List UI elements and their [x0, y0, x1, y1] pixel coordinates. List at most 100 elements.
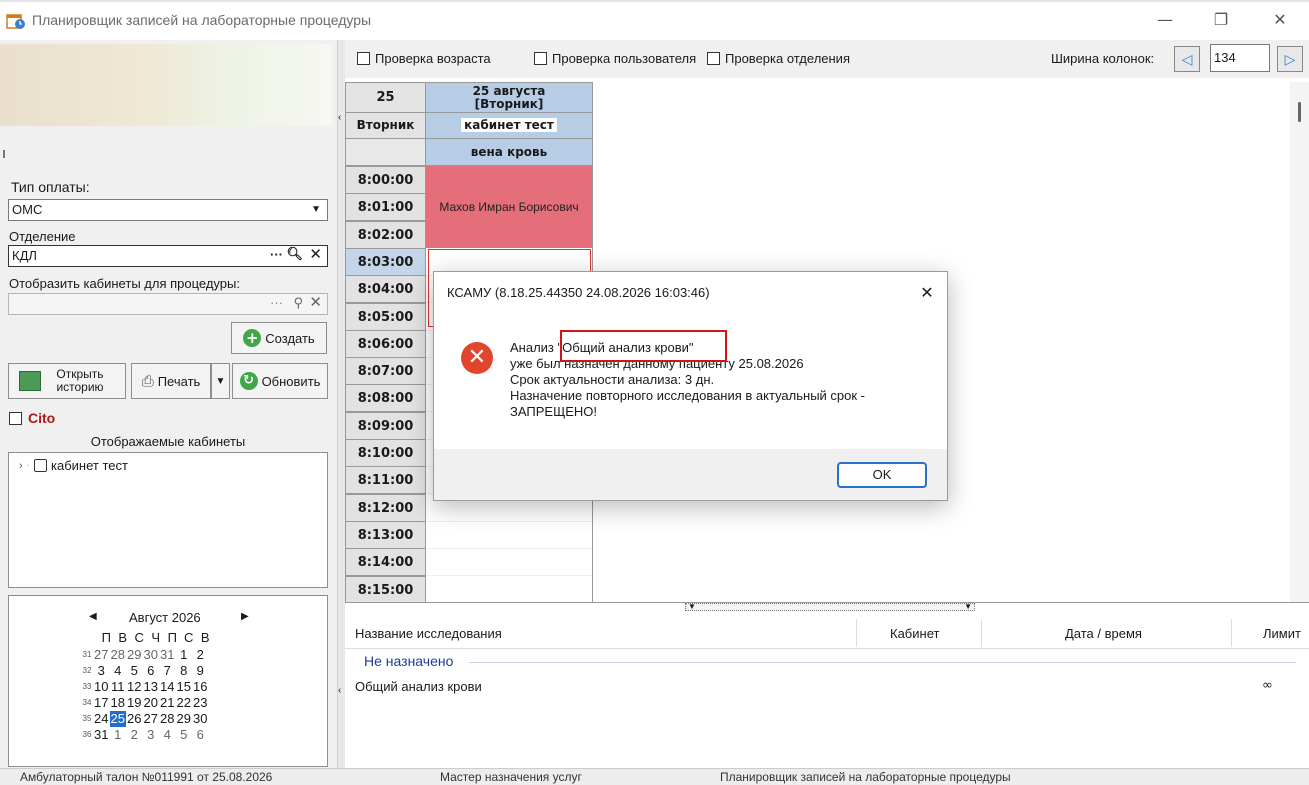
print-button[interactable]: ⎙ Печать [131, 363, 211, 399]
toolbar: Проверка возраста Проверка пользователя … [345, 40, 1309, 78]
calendar-day[interactable]: 16 [192, 679, 209, 695]
clear-icon[interactable]: ✕ [309, 293, 322, 313]
rooms-tree[interactable]: › · кабинет тест [8, 452, 328, 588]
calendar-day[interactable]: 6 [143, 663, 160, 679]
calendar-day[interactable]: 18 [110, 695, 127, 711]
calendar-day[interactable]: 2 [126, 727, 143, 743]
open-history-button[interactable]: Открыть историю [8, 363, 126, 399]
clear-icon[interactable]: ✕ [309, 245, 322, 265]
booked-slot[interactable]: Махов Имран Борисович [426, 166, 593, 248]
calendar-day[interactable]: 15 [176, 679, 193, 695]
calendar-day[interactable]: 22 [176, 695, 193, 711]
calendar-day[interactable]: 17 [93, 695, 110, 711]
calendar-day[interactable]: 2 [192, 647, 209, 663]
payment-type-select[interactable]: ОМС ▼ [8, 199, 328, 221]
refresh-button[interactable]: ↻ Обновить [232, 363, 328, 399]
taskbar-item[interactable]: Амбулаторный талон №011991 от 25.08.2026 [20, 770, 272, 784]
chevron-down-icon[interactable]: ▼ [688, 603, 696, 611]
calendar-day[interactable]: 26 [126, 711, 143, 727]
calendar-day[interactable]: 30 [143, 647, 160, 663]
week-number: 33 [82, 682, 92, 691]
cito-checkbox[interactable]: Cito [9, 410, 55, 426]
calendar-day[interactable]: 28 [110, 647, 127, 663]
col-room-header[interactable]: Кабинет [890, 626, 939, 641]
dialog-title: КСАМУ (8.18.25.44350 24.08.2026 16:03:46… [447, 285, 710, 300]
calendar-day[interactable]: 25 [109, 711, 126, 727]
calendar-day[interactable]: 8 [176, 663, 193, 679]
calendar-day[interactable]: 29 [126, 647, 143, 663]
age-check-checkbox[interactable]: Проверка возраста [357, 51, 491, 66]
calendar-day[interactable]: 4 [159, 727, 176, 743]
weekday-label: Ч [151, 630, 161, 645]
calendar-day[interactable]: 19 [126, 695, 143, 711]
calendar-day[interactable]: 14 [159, 679, 176, 695]
prev-month-icon[interactable]: ◀ [89, 611, 97, 622]
calendar-day[interactable]: 3 [143, 727, 160, 743]
panel-splitter[interactable]: ‹ ‹ [337, 40, 345, 768]
tree-item[interactable]: › · кабинет тест [19, 458, 128, 473]
maximize-button[interactable]: ❐ [1206, 8, 1236, 32]
scroll-thumb[interactable] [1298, 102, 1301, 122]
calendar-day[interactable]: 1 [110, 727, 127, 743]
checkbox-box[interactable] [9, 411, 22, 425]
close-icon[interactable]: ✕ [914, 280, 940, 306]
col-width-input[interactable]: 134 [1210, 44, 1270, 72]
calendar-day[interactable]: 5 [176, 727, 193, 743]
table-row[interactable]: Общий анализ крови ∞ [345, 675, 1309, 697]
time-slot-label: 8:05:00 [345, 302, 426, 331]
search-icon[interactable]: ⚲ [293, 293, 303, 313]
search-icon[interactable]: 🔍︎ [286, 245, 303, 265]
calendar-day[interactable]: 7 [159, 663, 176, 679]
calendar-day[interactable]: 20 [143, 695, 160, 711]
vertical-scrollbar[interactable] [1290, 82, 1309, 602]
col-datetime-header[interactable]: Дата / время [1065, 626, 1142, 641]
calendar-day[interactable]: 4 [110, 663, 127, 679]
more-icon[interactable]: ··· [270, 245, 283, 265]
dept-check-checkbox[interactable]: Проверка отделения [707, 51, 850, 66]
time-slot-label: 8:06:00 [345, 329, 426, 358]
payment-type-value: ОМС [12, 202, 43, 217]
calendar-day[interactable]: 27 [93, 647, 110, 663]
taskbar-item[interactable]: Планировщик записей на лабораторные проц… [720, 770, 1011, 784]
calendar-day[interactable]: 5 [126, 663, 143, 679]
ok-button[interactable]: OK [837, 462, 927, 488]
close-window-button[interactable]: ✕ [1265, 8, 1295, 32]
chevron-right-icon[interactable]: › [19, 460, 23, 472]
calendar-day[interactable]: 9 [192, 663, 209, 679]
next-month-icon[interactable]: ▶ [241, 611, 249, 622]
calendar-day[interactable]: 13 [143, 679, 160, 695]
calendar-week: 33 10 11 12 13 14 15 16 [81, 679, 209, 695]
more-icon[interactable]: ··· [270, 293, 283, 313]
chevron-down-icon[interactable]: ▼ [964, 603, 972, 611]
department-field[interactable]: КДЛ ··· 🔍︎ ✕ [8, 245, 328, 267]
calendar-day[interactable]: 29 [176, 711, 193, 727]
calendar-day[interactable]: 1 [176, 647, 193, 663]
print-dropdown-button[interactable]: ▼ [211, 363, 230, 399]
collapse-left-icon[interactable]: ‹ [338, 685, 341, 696]
minimize-button[interactable]: — [1150, 8, 1180, 32]
col-name-header[interactable]: Название исследования [355, 626, 502, 641]
calendar-day[interactable]: 23 [192, 695, 209, 711]
user-check-checkbox[interactable]: Проверка пользователя [534, 51, 696, 66]
calendar-day[interactable]: 12 [126, 679, 143, 695]
collapse-left-icon[interactable]: ‹ [338, 112, 341, 123]
increase-width-button[interactable]: ▷ [1277, 46, 1303, 72]
calendar-day[interactable]: 3 [93, 663, 110, 679]
decrease-width-button[interactable]: ◁ [1174, 46, 1200, 72]
panel-resizer[interactable]: ▼ ▼ [685, 603, 975, 611]
calendar-day[interactable]: 31 [159, 647, 176, 663]
col-limit-header[interactable]: Лимит [1263, 626, 1301, 641]
calendar-day[interactable]: 31 [93, 727, 110, 743]
create-button[interactable]: + Создать [231, 322, 327, 354]
calendar-day[interactable]: 24 [93, 711, 110, 727]
calendar-day[interactable]: 27 [143, 711, 160, 727]
rooms-field[interactable]: ··· ⚲ ✕ [8, 293, 328, 315]
taskbar-item[interactable]: Мастер назначения услуг [440, 770, 582, 784]
calendar-day[interactable]: 21 [159, 695, 176, 711]
calendar-day[interactable]: 28 [159, 711, 176, 727]
calendar-day[interactable]: 6 [192, 727, 209, 743]
tree-checkbox[interactable] [34, 459, 48, 472]
calendar-day[interactable]: 10 [93, 679, 110, 695]
calendar-day[interactable]: 11 [110, 679, 127, 695]
calendar-day[interactable]: 30 [192, 711, 209, 727]
